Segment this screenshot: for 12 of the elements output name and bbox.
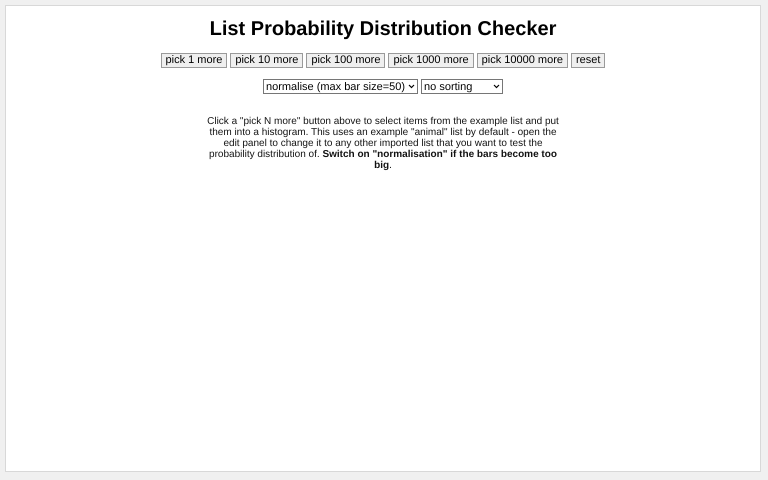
dropdown[interactable]: no sorting — [421, 79, 504, 94]
instructions-text: Click a "pick N more" button above to select items from the example list and put them into a histogram. This uses an example "animal" list by default - open the edit panel to change it to any other imported list that you want to test the probability distribution of. Switch on "normalisation" if the bars become too big. — [206, 116, 560, 171]
chevron-icon — [408, 84, 416, 89]
pick-button[interactable]: pick 100 more — [306, 53, 386, 68]
pick-button[interactable]: pick 1 more — [160, 53, 228, 68]
dropdown[interactable]: normalise (max bar size=50) — [262, 79, 418, 94]
chevron-icon — [493, 84, 500, 89]
reset-button[interactable]: reset — [571, 53, 606, 68]
pick-button[interactable]: pick 1000 more — [388, 53, 474, 68]
pick-button[interactable]: pick 10 more — [230, 53, 304, 68]
pick-button[interactable]: pick 10000 more — [476, 53, 568, 68]
page-title: List Probability Distribution Checker — [210, 18, 556, 41]
